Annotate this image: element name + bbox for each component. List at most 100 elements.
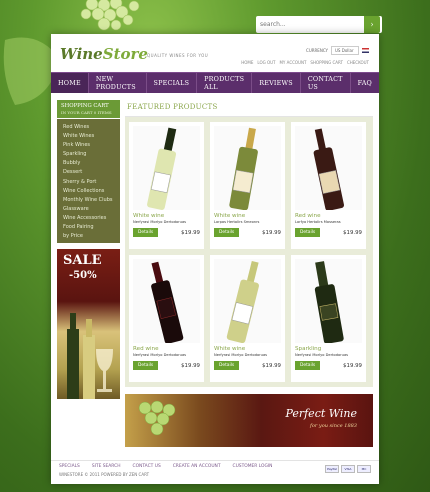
toplink-checkout[interactable]: CHECKOUT	[347, 60, 369, 65]
footer-link-site-search[interactable]: SITE SEARCH	[92, 464, 121, 469]
toplink-cart[interactable]: SHOPPING CART	[310, 60, 343, 65]
nav-home[interactable]: HOME	[51, 73, 89, 93]
category-item[interactable]: by Price	[63, 232, 120, 241]
product-desc: Nerfyrasi Morlyo Dertodoruas	[295, 353, 349, 357]
details-button[interactable]: Details	[214, 228, 240, 237]
main-nav: HOME NEW PRODUCTS SPECIALS PRODUCTS ALL …	[51, 72, 379, 93]
toplink-home[interactable]: HOME	[241, 60, 253, 65]
logo-main: Wine	[60, 45, 103, 63]
page-container: WineStore QUALITY WINES FOR YOU CURRENCY…	[51, 34, 379, 484]
product-card[interactable]: White wine Nerfyrasi Morlyo Dertodoruas …	[210, 255, 285, 382]
search-button[interactable]: ›	[364, 16, 380, 33]
product-image[interactable]	[133, 259, 200, 343]
details-button[interactable]: Details	[133, 228, 159, 237]
product-image[interactable]	[295, 259, 362, 343]
details-button[interactable]: Details	[295, 228, 321, 237]
footer-link-create-account[interactable]: CREATE AN ACCOUNT	[173, 464, 221, 469]
nav-new-products[interactable]: NEW PRODUCTS	[89, 73, 147, 93]
category-item[interactable]: Sparkling	[63, 150, 120, 159]
product-card[interactable]: Sparkling Nerfyrasi Morlyo Dertodoruas D…	[291, 255, 366, 382]
arrow-right-icon: ›	[370, 20, 374, 29]
product-price: $19.99	[343, 229, 362, 236]
product-image[interactable]	[295, 126, 362, 210]
product-card[interactable]: Red wine Nerfyrasi Morlyo Dertodoruas De…	[129, 255, 204, 382]
nav-contact-us[interactable]: CONTACT US	[301, 73, 351, 93]
product-price: $19.99	[262, 362, 281, 369]
logo[interactable]: WineStore	[60, 45, 148, 63]
paypal-icon: PayPal	[325, 465, 339, 473]
mastercard-icon: MC	[357, 465, 371, 473]
category-item[interactable]: Glassware	[63, 205, 120, 214]
toplink-account[interactable]: MY ACCOUNT	[279, 60, 306, 65]
product-desc: Nerfyrasi Morlyo Dertodoruas	[214, 353, 268, 357]
footer-link-contact[interactable]: CONTACT US	[133, 464, 161, 469]
footer: SPECIALS SITE SEARCH CONTACT US CREATE A…	[51, 460, 379, 484]
product-price: $19.99	[181, 229, 200, 236]
category-item[interactable]: Food Pairing	[63, 223, 120, 232]
currency-select[interactable]: US Dollar	[331, 46, 359, 55]
product-price: $19.99	[343, 362, 362, 369]
wine-bottle-icon	[229, 127, 258, 210]
nav-products-all[interactable]: PRODUCTS ALL	[197, 73, 253, 93]
banner-subtitle: for you since 1883	[310, 423, 357, 429]
top-links: HOME LOG OUT MY ACCOUNT SHOPPING CART CH…	[241, 60, 369, 65]
currency-label: CURRENCY	[306, 48, 328, 53]
category-item[interactable]: Wine Collections	[63, 187, 120, 196]
flag-icon[interactable]	[362, 48, 369, 53]
sidebar: SHOPPING CART IN YOUR CART 0 ITEMS Red W…	[57, 100, 120, 447]
nav-specials[interactable]: SPECIALS	[147, 73, 198, 93]
product-name[interactable]: Red wine	[133, 346, 200, 352]
category-list: Red Wines White Wines Pink Wines Sparkli…	[57, 119, 120, 244]
promo-banner[interactable]: Perfect Wine for you since 1883	[125, 394, 373, 447]
tagline: QUALITY WINES FOR YOU	[147, 53, 209, 58]
product-card[interactable]: White wine Lorpas Hertolirs Smeonrs Deta…	[210, 122, 285, 249]
footer-link-customer-login[interactable]: CUSTOMER LOGIN	[233, 464, 273, 469]
product-image[interactable]	[214, 126, 281, 210]
wine-bottle-icon	[147, 127, 177, 210]
wine-bottle-icon	[314, 261, 344, 343]
wine-bottle-icon	[313, 128, 344, 210]
toplink-logout[interactable]: LOG OUT	[257, 60, 275, 65]
category-item[interactable]: Dessert	[63, 168, 120, 177]
product-name[interactable]: Red wine	[295, 213, 362, 219]
nav-faq[interactable]: FAQ	[351, 73, 379, 93]
wine-bottle-icon	[151, 261, 184, 343]
nav-reviews[interactable]: REVIEWS	[252, 73, 301, 93]
product-desc: Nerfyrasi Morlyo Dertodoruas	[133, 353, 187, 357]
footer-link-specials[interactable]: SPECIALS	[59, 464, 80, 469]
featured-heading: FEATURED PRODUCTS	[125, 100, 373, 117]
product-card[interactable]: Red wine Lorfyo Hertolirs Mosseras Detai…	[291, 122, 366, 249]
product-image[interactable]	[133, 126, 200, 210]
details-button[interactable]: Details	[133, 361, 159, 370]
search-box: ›	[256, 16, 382, 33]
grapes-image	[138, 400, 176, 436]
details-button[interactable]: Details	[214, 361, 240, 370]
sale-discount: -50%	[69, 270, 97, 282]
product-image[interactable]	[214, 259, 281, 343]
category-item[interactable]: White Wines	[63, 132, 120, 141]
category-item[interactable]: Bubbly	[63, 159, 120, 168]
category-item[interactable]: Pink Wines	[63, 141, 120, 150]
category-item[interactable]: Monthly Wine Clubs	[63, 196, 120, 205]
product-desc: Lorfyo Hertolirs Mosseras	[295, 220, 341, 224]
category-item[interactable]: Sherry & Port	[63, 178, 120, 187]
search-input[interactable]	[256, 17, 364, 32]
grapes-decoration	[80, 0, 140, 31]
payment-icons: PayPal VISA MC	[325, 465, 371, 473]
cart-title: SHOPPING CART	[61, 103, 109, 109]
product-name[interactable]: White wine	[214, 346, 281, 352]
sale-banner[interactable]: SALE -50%	[57, 249, 120, 400]
shopping-cart-box[interactable]: SHOPPING CART IN YOUR CART 0 ITEMS	[57, 100, 120, 118]
product-desc: Lorpas Hertolirs Smeonrs	[214, 220, 260, 224]
sale-title: SALE	[63, 253, 102, 269]
category-item[interactable]: Wine Accessories	[63, 214, 120, 223]
category-item[interactable]: Red Wines	[63, 123, 120, 132]
details-button[interactable]: Details	[295, 361, 321, 370]
product-name[interactable]: White wine	[214, 213, 281, 219]
currency-selector: CURRENCY US Dollar	[306, 46, 369, 55]
main-content: FEATURED PRODUCTS White wine Nerfyrasi M…	[125, 100, 373, 447]
product-card[interactable]: White wine Nerfyrasi Morlyo Dertodoruas …	[129, 122, 204, 249]
logo-accent: Store	[102, 45, 148, 63]
product-name[interactable]: Sparkling	[295, 346, 362, 352]
product-name[interactable]: White wine	[133, 213, 200, 219]
